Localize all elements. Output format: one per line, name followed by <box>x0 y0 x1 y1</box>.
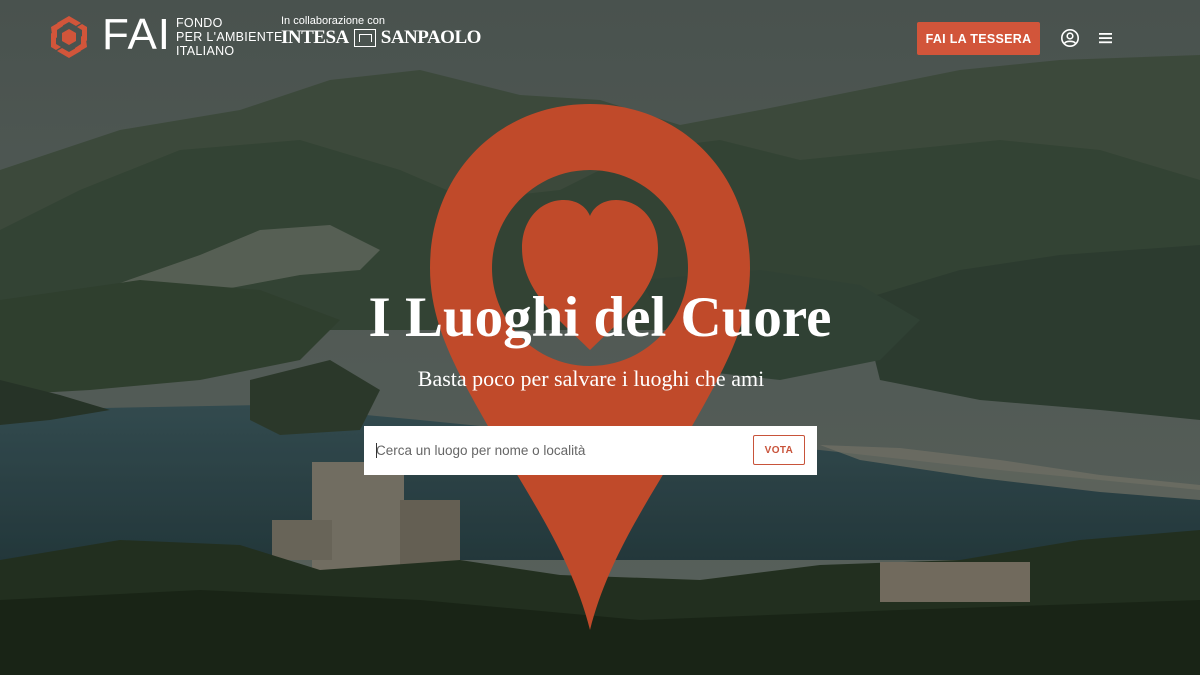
search-input[interactable] <box>374 434 734 467</box>
partner-name-right: SANPAOLO <box>380 27 482 48</box>
hero-subtitle: Basta poco per salvare i luoghi che ami <box>417 366 765 391</box>
brand-subtitle: FONDO PER L'AMBIENTE ITALIANO <box>176 16 283 58</box>
menu-icon[interactable] <box>1097 29 1115 47</box>
fai-logo-icon[interactable] <box>46 14 92 60</box>
brand-subtitle-line: FONDO <box>176 16 223 30</box>
text-cursor <box>376 443 377 458</box>
brand-subtitle-line: ITALIANO <box>176 44 235 58</box>
search-form: VOTA <box>364 426 817 475</box>
vote-button[interactable]: VOTA <box>753 435 805 465</box>
brand-name[interactable]: FAI <box>102 10 171 60</box>
site-header: FAI FONDO PER L'AMBIENTE ITALIANO In col… <box>0 0 1200 76</box>
user-icon[interactable] <box>1060 28 1080 48</box>
hero-title: I Luoghi del Cuore <box>368 286 832 349</box>
partner-logo: INTESA SANPAOLO <box>281 27 481 49</box>
membership-button[interactable]: FAI LA TESSERA <box>917 22 1040 55</box>
brand-subtitle-line: PER L'AMBIENTE <box>176 30 283 44</box>
partner-name-left: INTESA <box>281 27 349 48</box>
partner-emblem-icon <box>353 29 376 47</box>
collab-label: In collaborazione con <box>281 15 385 27</box>
